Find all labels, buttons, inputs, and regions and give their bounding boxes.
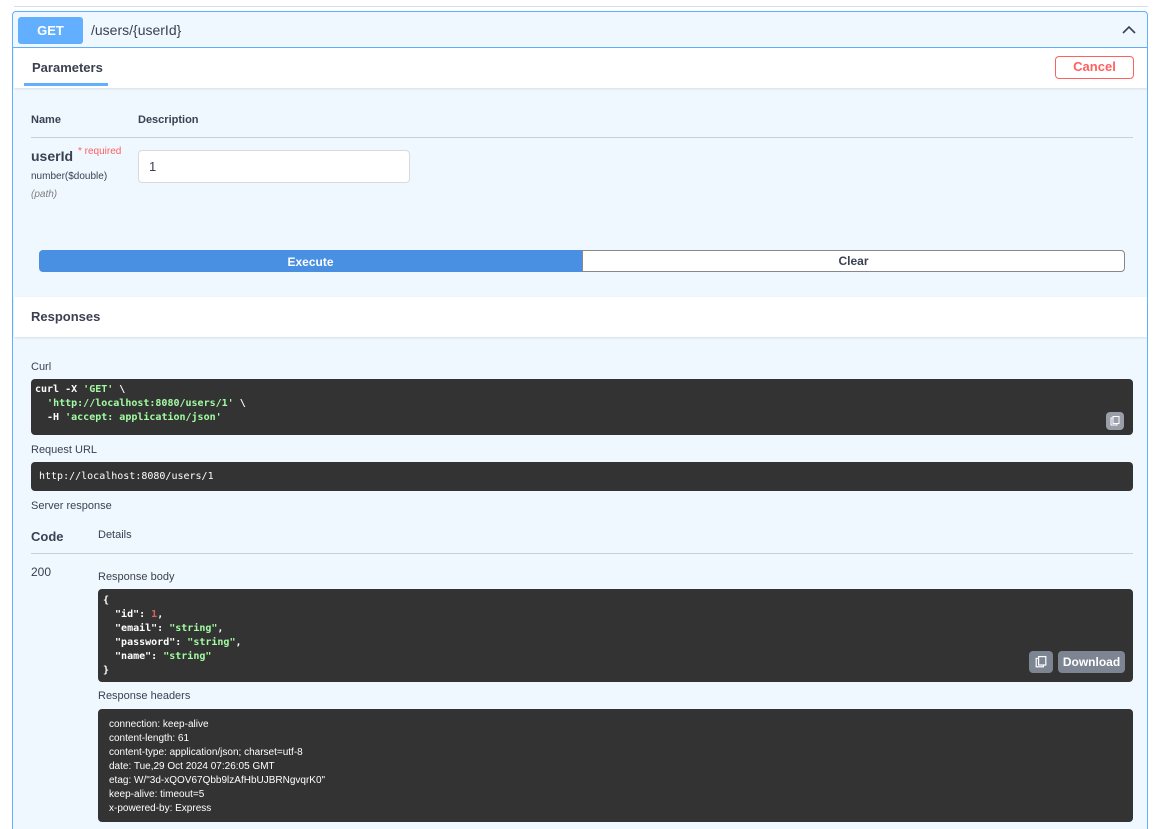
header-line: x-powered-by: Express [109,803,212,814]
param-col-description: Description [138,114,199,126]
response-divider [31,553,1133,554]
json-field: "email": "string", [103,623,224,634]
response-body: { "id": 1, "email": "string", "password"… [98,589,1133,682]
server-response-label: Server response [31,500,112,512]
cancel-button[interactable]: Cancel [1055,56,1134,79]
copy-icon [1035,656,1047,668]
param-divider [31,137,1133,138]
header-line: keep-alive: timeout=5 [109,789,205,800]
download-button[interactable]: Download [1058,651,1125,673]
clear-button[interactable]: Clear [582,250,1125,272]
responses-header: Responses [14,297,1147,337]
json-field: "id": 1, [103,609,164,620]
header-line: content-length: 61 [109,733,190,744]
response-body-label: Response body [98,571,175,583]
curl-line: 'http://localhost:8080/users/1' \ [47,398,246,409]
tab-underline [24,83,108,86]
method-badge: GET [18,17,83,44]
request-url: http://localhost:8080/users/1 [39,471,214,482]
response-body-text: { "id": 1, "email": "string", "password"… [103,594,1128,678]
response-headers: connection: keep-alive content-length: 61… [98,709,1133,822]
response-col-details: Details [98,529,132,541]
param-location: (path) [31,189,58,200]
operation-block: GET /users/{userId} Parameters Cancel Na… [12,11,1148,829]
response-headers-text: connection: keep-alive content-length: 61… [109,718,1122,816]
curl-line: curl -X 'GET' \ [35,384,126,395]
curl-label: Curl [31,361,52,373]
header-line: etag: W/"3d-xQOV67Qbb9lzAfHbUJBRNgvqrK0" [109,775,326,786]
param-name: userId [31,148,74,164]
param-col-name: Name [31,114,61,126]
json-brace: } [103,665,110,676]
curl-text: curl -X 'GET' \ 'http://localhost:8080/u… [35,383,1129,425]
response-code: 200 [31,565,52,579]
response-col-code: Code [31,529,64,544]
copy-icon [1110,416,1120,426]
json-field: "password": "string", [103,637,242,648]
request-url-label: Request URL [31,444,98,456]
json-brace: { [103,595,110,606]
header-line: date: Tue,29 Oct 2024 07:26:05 GMT [109,761,275,772]
response-headers-label: Response headers [98,690,191,702]
operation-path: /users/{userId} [91,22,182,38]
operation-summary[interactable]: GET /users/{userId} [13,12,1147,48]
parameters-header: Parameters Cancel [14,48,1147,88]
chevron-up-icon[interactable] [1119,20,1139,40]
copy-curl-button[interactable] [1106,412,1124,430]
curl-code: curl -X 'GET' \ 'http://localhost:8080/u… [31,379,1133,435]
curl-line: -H 'accept: application/json' [35,412,222,423]
request-url-box: http://localhost:8080/users/1 [31,462,1133,491]
json-field: "name": "string" [103,651,212,662]
copy-body-button[interactable] [1029,651,1053,673]
tab-parameters[interactable]: Parameters [24,48,111,88]
top-divider [14,6,1148,7]
header-line: content-type: application/json; charset=… [109,747,303,758]
param-type: number($double) [31,171,108,182]
responses-title: Responses [31,309,101,324]
execute-button[interactable]: Execute [39,250,582,272]
header-line: connection: keep-alive [109,719,209,730]
param-required-badge: * required [78,146,122,157]
userid-input[interactable]: 1 [138,150,410,183]
